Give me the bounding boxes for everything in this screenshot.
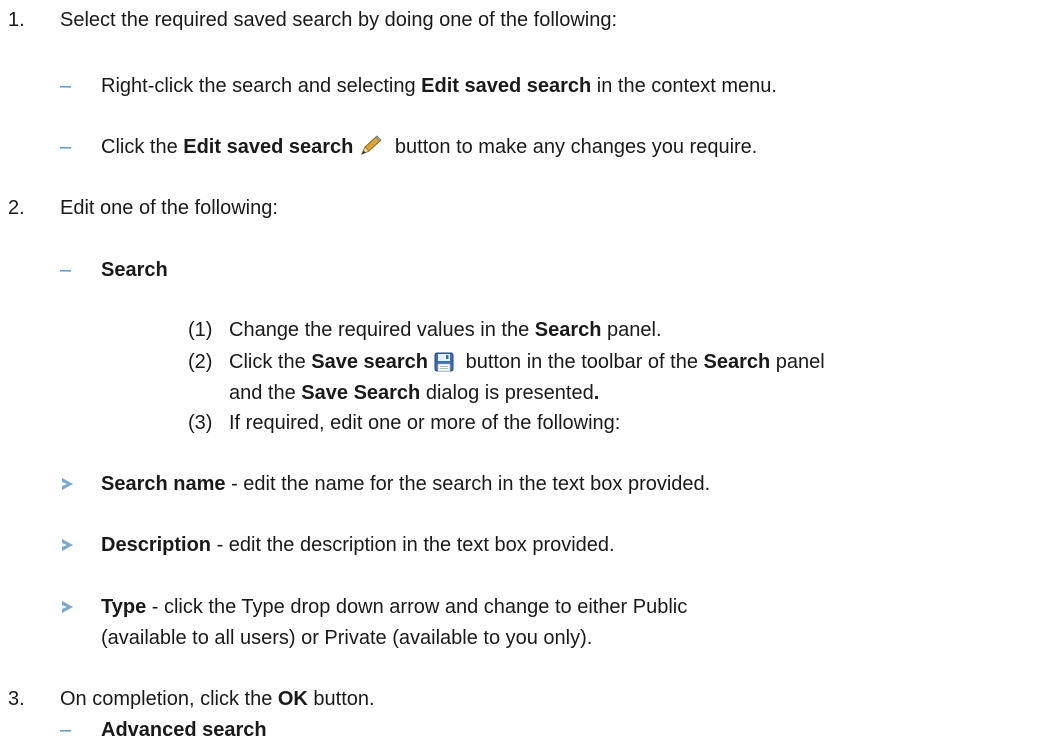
step-bold-text: OK [277,688,308,710]
search-substep-2: (2) Click the Save search button in the … [0,348,1046,376]
field-text: - edit the name for the search in the te… [225,473,711,495]
dash-bullet: – [60,719,72,741]
substep-bold-text: Save Search [301,382,421,404]
substep-text: panel [770,351,825,373]
step-2: 2. Edit one of the following: [0,194,1046,222]
substep-text: panel. [601,319,662,341]
step-number: 3. [8,688,25,710]
substep-text: button in the toolbar of the [460,351,704,373]
floppy-disk-icon [434,352,454,380]
substep-text: Click the [229,351,312,373]
search-substep-1: (1) Change the required values in the Se… [0,316,1046,344]
substep-text: and the [229,382,302,404]
option-text: button to make any changes you require. [389,136,758,158]
option-text: Click the [101,136,184,158]
substep-number: (2) [188,351,213,373]
field-label: Type [101,596,147,618]
field-text: (available to all users) or Private (ava… [101,627,593,649]
pencil-icon [359,135,383,165]
step-3: 3. On completion, click the OK button. [0,685,1046,713]
step-number: 2. [8,197,25,219]
arrow-bullet-icon [62,539,73,551]
step-number: 1. [8,9,25,31]
field-description: Description - edit the description in th… [0,531,1046,559]
field-label: Description [101,534,212,556]
step-text: Edit one of the following: [60,197,278,219]
field-text: - click the Type drop down arrow and cha… [146,596,688,618]
field-label: Search name [101,473,226,495]
substep-bold-text: . [593,382,600,404]
dash-bullet: – [60,75,72,97]
step-text: On completion, click the [60,688,278,710]
arrow-bullet-icon [62,478,73,490]
option-bold-text: Edit saved search [183,136,354,158]
option-bold-text: Edit saved search [421,75,592,97]
step-1-option-2: – Click the Edit saved search button to … [0,133,1046,161]
field-search-name: Search name - edit the name for the sear… [0,470,1046,498]
substep-bold-text: Search [703,351,771,373]
field-type: Type - click the Type drop down arrow an… [0,593,1046,621]
advanced-search-heading: – Advanced search [0,716,1046,744]
option-text: Right-click the search and selecting [101,75,422,97]
step-text: button. [307,688,375,710]
search-substep-2-continued: and the Save Search dialog is presented. [0,379,1046,407]
dash-bullet: – [60,259,72,281]
option-text: in the context menu. [591,75,777,97]
arrow-bullet-icon [62,601,73,613]
field-type-continued: (available to all users) or Private (ava… [0,624,1046,652]
substep-bold-text: Search [534,319,602,341]
substep-text: Change the required values in the [229,319,535,341]
substep-text: dialog is presented [420,382,594,404]
field-text: - edit the description in the text box p… [211,534,615,556]
search-heading: – Search [0,256,1046,284]
dash-bullet: – [60,136,72,158]
search-substep-3: (3) If required, edit one or more of the… [0,409,1046,437]
substep-bold-text: Save search [311,351,429,373]
step-1-option-1: – Right-click the search and selecting E… [0,72,1046,100]
step-text: Select the required saved search by doin… [60,9,618,31]
substep-number: (3) [188,412,213,434]
advanced-search-heading-text: Advanced search [101,719,267,741]
search-heading-text: Search [101,259,168,281]
substep-text: If required, edit one or more of the fol… [229,412,621,434]
substep-number: (1) [188,319,213,341]
step-1: 1. Select the required saved search by d… [0,6,1046,34]
